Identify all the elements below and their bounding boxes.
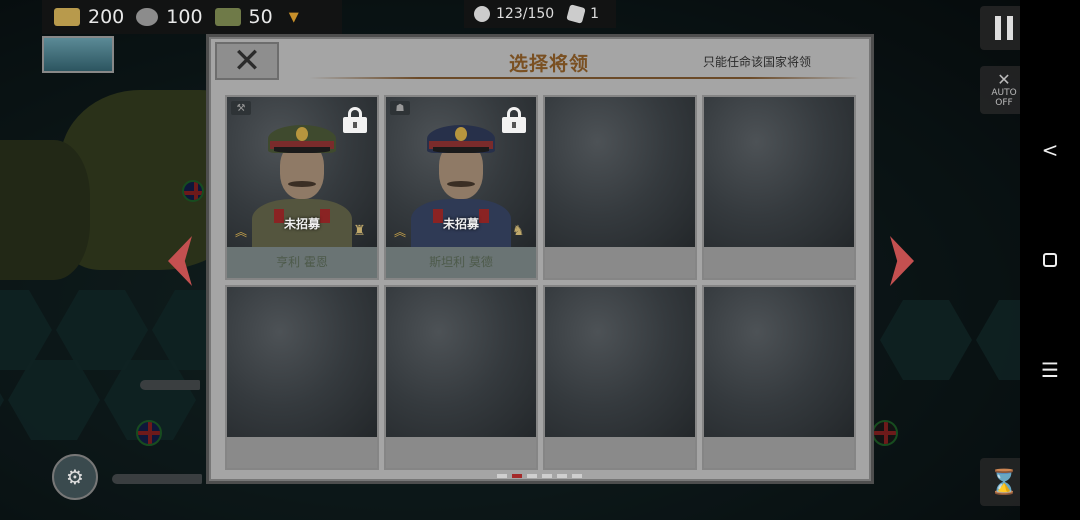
menu-button[interactable]: ☰	[1035, 355, 1065, 385]
empty-general-slot[interactable]	[384, 285, 538, 470]
population-bar: 123/150 1	[464, 0, 616, 28]
medal-book-icon	[214, 8, 241, 26]
resource-value: 100	[166, 6, 203, 28]
general-name	[386, 437, 536, 468]
card-art	[545, 287, 695, 437]
page-dot[interactable]	[497, 474, 507, 478]
hourglass-icon: ⌛	[989, 468, 1019, 496]
general-card[interactable]: ☗ 未招募 ︽ ♞ 斯坦利 莫德	[384, 95, 538, 280]
gold-bars-icon	[54, 8, 80, 26]
auto-state: OFF	[995, 98, 1013, 108]
page-dot[interactable]	[542, 474, 552, 478]
general-name	[545, 437, 695, 468]
auto-label: AUTO	[991, 88, 1017, 98]
population-icon	[474, 6, 490, 22]
resource-gold: 200	[54, 6, 124, 28]
population-value: 123/150	[496, 6, 555, 22]
lock-icon	[343, 107, 367, 133]
rank-chevron-icon: ︽	[235, 225, 248, 239]
page-indicator[interactable]	[497, 474, 582, 478]
chevron-left-icon: <	[1041, 138, 1059, 162]
card-art	[545, 97, 695, 247]
empty-general-slot[interactable]	[702, 285, 856, 470]
empty-general-slot[interactable]	[543, 285, 697, 470]
empty-general-slot[interactable]	[543, 95, 697, 280]
resource-bar: 200 100 50 ▼	[42, 0, 342, 34]
artillery-icon: ⚒	[231, 101, 251, 115]
unit-class-icon: ♜	[353, 223, 366, 239]
system-nav-bar: < ☰	[1020, 0, 1080, 520]
general-name	[227, 437, 377, 468]
gear-industry-icon	[136, 8, 159, 26]
title-divider	[309, 77, 859, 79]
general-name	[704, 437, 854, 468]
page-dot[interactable]	[512, 474, 522, 478]
triangle-down-icon[interactable]: ▼	[289, 10, 299, 25]
page-dot[interactable]	[557, 474, 567, 478]
card-count: 1	[590, 6, 600, 22]
card-art	[386, 287, 536, 437]
card-art	[704, 287, 854, 437]
resource-value: 200	[88, 6, 125, 28]
dialog-note: 只能任命该国家将领	[703, 55, 812, 69]
resource-value: 50	[248, 6, 273, 28]
general-card[interactable]: ⚒ 未招募 ︽ ♜ 亨利 霍恩	[225, 95, 379, 280]
general-name: 斯坦利 莫德	[386, 247, 536, 278]
minimap-thumbnail[interactable]	[42, 36, 114, 73]
empty-general-slot[interactable]	[225, 285, 379, 470]
infantry-icon: ☗	[390, 101, 410, 115]
home-button[interactable]	[1035, 245, 1065, 275]
card-art	[227, 287, 377, 437]
pause-icon	[995, 16, 1001, 40]
unit-class-icon: ♞	[512, 223, 525, 239]
card-icon	[566, 4, 586, 24]
back-button[interactable]: <	[1035, 135, 1065, 165]
empty-general-slot[interactable]	[702, 95, 856, 280]
general-name: 亨利 霍恩	[227, 247, 377, 278]
settings-gear-icon[interactable]: ⚙	[52, 454, 98, 500]
lock-icon	[502, 107, 526, 133]
close-icon: ✕	[232, 41, 262, 81]
dialog-header: ✕ 选择将领 只能任命该国家将领	[209, 37, 871, 87]
dialog-title: 选择将领	[509, 53, 590, 75]
resource-industry: 100	[136, 6, 203, 28]
general-name	[545, 247, 695, 278]
general-grid: ⚒ 未招募 ︽ ♜ 亨利 霍恩 ☗ 未招募 ︽ ♞ 斯坦利 莫德	[225, 95, 856, 470]
card-art	[704, 97, 854, 247]
general-name	[704, 247, 854, 278]
rank-chevron-icon: ︽	[394, 225, 407, 239]
resource-medal: 50	[214, 6, 273, 28]
page-dot[interactable]	[527, 474, 537, 478]
close-button[interactable]: ✕	[215, 42, 279, 80]
page-dot[interactable]	[572, 474, 582, 478]
square-icon	[1043, 253, 1057, 267]
hamburger-icon: ☰	[1041, 358, 1059, 382]
select-general-dialog: ✕ 选择将领 只能任命该国家将领 ⚒ 未招募 ︽ ♜ 亨利 霍恩 ☗ 未招募 ︽…	[206, 34, 874, 484]
